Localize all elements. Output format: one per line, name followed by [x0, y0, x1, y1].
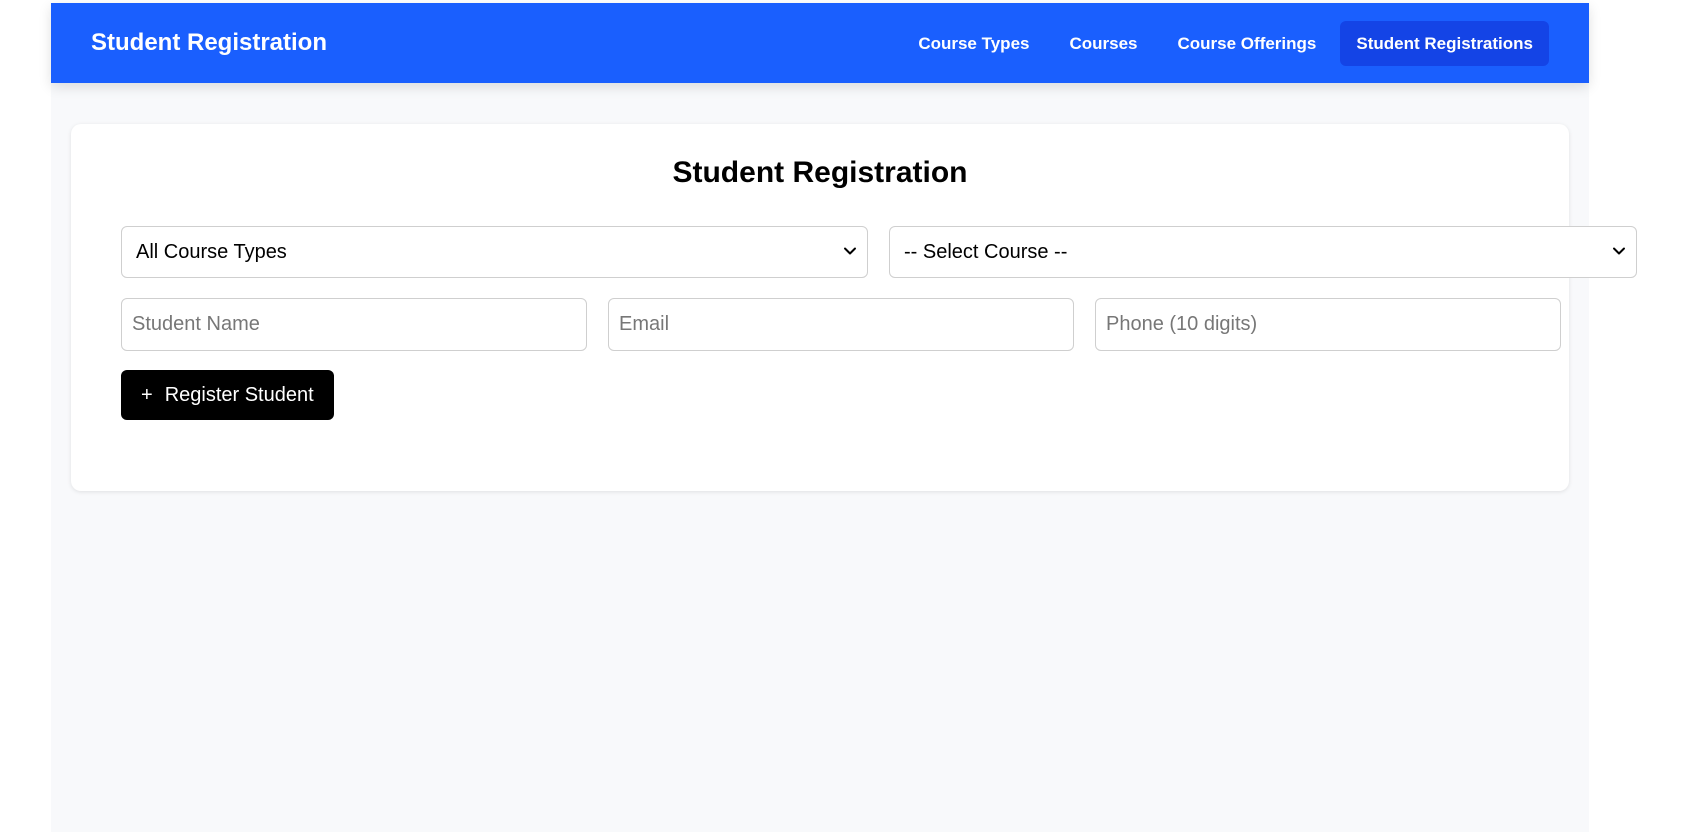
email-input[interactable] — [608, 298, 1074, 351]
nav-menu: Course Types Courses Course Offerings St… — [902, 21, 1549, 66]
student-name-input[interactable] — [121, 298, 587, 351]
top-navbar: Student Registration Course Types Course… — [51, 3, 1589, 83]
page-title: Student Registration — [672, 156, 968, 189]
nav-item-courses[interactable]: Courses — [1053, 21, 1153, 66]
course-type-select[interactable]: All Course Types — [121, 226, 868, 278]
brand-title: Student Registration — [91, 29, 328, 56]
nav-item-course-types[interactable]: Course Types — [902, 21, 1045, 66]
course-type-select-value: All Course Types — [136, 241, 287, 263]
chevron-down-icon — [1613, 247, 1625, 255]
register-student-button[interactable]: + Register Student — [121, 370, 334, 420]
registration-card: Student Registration All Course Types --… — [71, 124, 1637, 491]
register-button-label: Register Student — [164, 383, 314, 406]
course-select-value: -- Select Course -- — [904, 241, 1068, 263]
course-select[interactable]: -- Select Course -- — [889, 226, 1637, 278]
plus-icon: + — [141, 383, 153, 406]
phone-input[interactable] — [1095, 298, 1561, 351]
nav-item-student-registrations[interactable]: Student Registrations — [1340, 21, 1549, 66]
chevron-down-icon — [844, 247, 856, 255]
app-container: Student Registration Course Types Course… — [51, 3, 1637, 832]
nav-item-course-offerings[interactable]: Course Offerings — [1162, 21, 1333, 66]
